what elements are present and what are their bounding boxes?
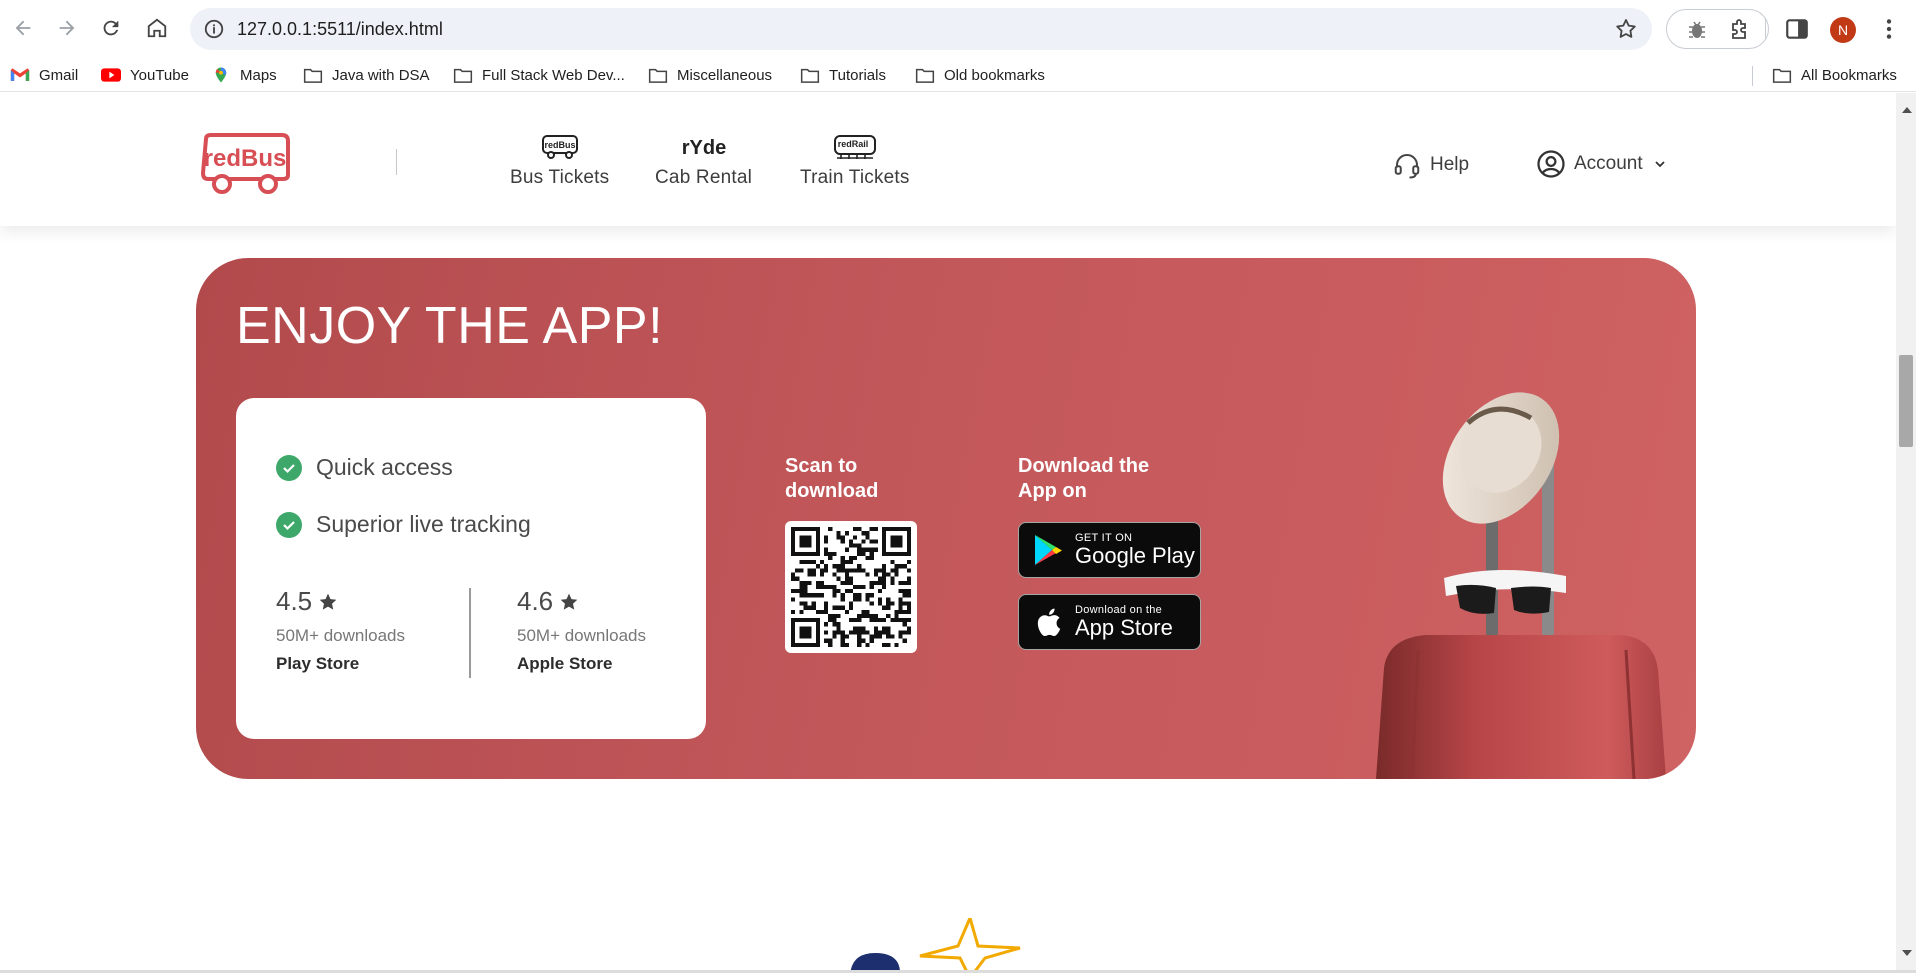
rating-value: 4.5 <box>276 586 405 617</box>
bookmark-star-icon[interactable] <box>1614 17 1638 41</box>
home-icon <box>147 18 167 38</box>
nav-label: Cab Rental <box>655 167 753 188</box>
svg-text:rYde: rYde <box>681 137 725 159</box>
extensions-group <box>1666 9 1769 49</box>
bookmark-folder-full-stack[interactable]: Full Stack Web Dev... <box>453 64 625 86</box>
star-icon <box>560 593 578 610</box>
rating-downloads: 50M+ downloads <box>276 626 406 645</box>
star-icon <box>319 593 337 610</box>
bookmarks-separator <box>1752 66 1753 86</box>
profile-avatar[interactable]: N <box>1830 17 1856 43</box>
rating-divider <box>469 588 471 678</box>
svg-text:redBus: redBus <box>544 140 575 150</box>
bookmark-youtube[interactable]: YouTube <box>101 64 189 86</box>
rating-downloads: 50M+ downloads <box>517 626 647 645</box>
bookmark-gmail[interactable]: Gmail <box>10 64 78 86</box>
scroll-thumb[interactable] <box>1899 355 1913 447</box>
feature-item: Quick access <box>276 454 453 481</box>
chevron-down-icon <box>1655 161 1665 168</box>
svg-text:redBus: redBus <box>204 145 287 172</box>
more-menu-icon[interactable] <box>1876 16 1902 42</box>
reload-button[interactable] <box>96 13 126 43</box>
qr-code <box>785 521 917 653</box>
apple-icon <box>1031 605 1065 639</box>
svg-text:redRail: redRail <box>838 139 869 149</box>
nav-label: Train Tickets <box>800 167 910 188</box>
redbus-mini-logo: redBus <box>541 133 579 161</box>
ryde-logo: rYde <box>680 133 728 161</box>
back-button[interactable] <box>8 13 38 43</box>
bug-extension-icon[interactable] <box>1685 18 1709 42</box>
bookmark-folder-tutorials[interactable]: Tutorials <box>800 64 886 86</box>
folder-icon <box>1772 66 1792 84</box>
account-menu[interactable]: Account <box>1536 149 1667 179</box>
rating-store: Apple Store <box>517 654 613 673</box>
suitcase-illustration <box>1376 392 1666 779</box>
page-scrollbar[interactable] <box>1896 93 1916 970</box>
browser-toolbar: 127.0.0.1:5511/index.html N <box>0 0 1916 58</box>
site-info-icon[interactable] <box>203 18 225 40</box>
maps-icon <box>211 66 231 84</box>
bookmark-folder-old-bookmarks[interactable]: Old bookmarks <box>915 64 1045 86</box>
youtube-icon <box>101 66 121 84</box>
arrow-left-icon <box>15 20 31 36</box>
bookmark-all-bookmarks[interactable]: All Bookmarks <box>1772 64 1897 86</box>
account-label: Account <box>1574 153 1643 174</box>
gmail-icon <box>10 66 30 84</box>
scan-to-download-label: Scan to download <box>785 455 879 502</box>
reload-icon <box>103 20 119 36</box>
feature-card: Quick access Superior live tracking 4.5 … <box>236 398 706 739</box>
banner-title: ENJOY THE APP! <box>236 297 664 355</box>
extensions-puzzle-icon[interactable] <box>1727 18 1751 42</box>
rating-play-store: 4.5 50M+ downloads Play Store <box>276 586 405 674</box>
forward-button[interactable] <box>52 13 82 43</box>
folder-icon <box>453 66 473 84</box>
home-button[interactable] <box>142 13 172 43</box>
check-icon <box>276 454 302 481</box>
check-icon <box>276 511 302 538</box>
bookmark-maps[interactable]: Maps <box>211 64 277 86</box>
rating-value: 4.6 <box>517 586 646 617</box>
scroll-up-arrow[interactable] <box>1902 107 1912 113</box>
google-play-button[interactable]: GET IT ON Google Play <box>1018 522 1201 578</box>
help-link[interactable]: Help <box>1392 150 1469 180</box>
scroll-down-arrow[interactable] <box>1902 950 1912 956</box>
app-download-banner: ENJOY THE APP! Quick access Superior liv… <box>196 258 1696 779</box>
user-circle-icon <box>1537 150 1565 178</box>
feature-item: Superior live tracking <box>276 511 531 538</box>
folder-icon <box>800 66 820 84</box>
header-divider <box>396 149 397 175</box>
bookmark-folder-java-with-dsa[interactable]: Java with DSA <box>303 64 430 86</box>
nav-label: Bus Tickets <box>510 167 610 188</box>
headset-icon <box>1394 154 1420 179</box>
help-label: Help <box>1430 154 1470 175</box>
folder-icon <box>915 66 935 84</box>
arrow-right-icon <box>59 20 75 36</box>
side-panel-icon[interactable] <box>1784 16 1810 42</box>
bookmark-folder-miscellaneous[interactable]: Miscellaneous <box>648 64 772 86</box>
rating-store: Play Store <box>276 654 360 673</box>
app-store-button[interactable]: Download on the App Store <box>1018 594 1201 650</box>
address-bar[interactable]: 127.0.0.1:5511/index.html <box>190 8 1652 50</box>
nav-train-tickets[interactable]: redRail Train Tickets <box>800 133 910 189</box>
download-app-label: Download the App on <box>1018 455 1150 502</box>
bookmarks-bar: Gmail YouTube Maps Java with DSA Full St… <box>0 58 1916 92</box>
redrail-logo: redRail <box>831 133 879 161</box>
folder-icon <box>648 66 668 84</box>
page-viewport: redBus redBus Bus Tickets rYde Cab Renta… <box>0 93 1896 970</box>
google-play-icon <box>1031 533 1065 567</box>
redbus-logo[interactable]: redBus <box>198 133 292 195</box>
toolbar-separator <box>1765 18 1766 40</box>
url-text[interactable]: 127.0.0.1:5511/index.html <box>237 19 443 40</box>
nav-cab-rental[interactable]: rYde Cab Rental <box>655 133 752 189</box>
partner-logo-partial <box>850 918 1021 970</box>
folder-icon <box>303 66 323 84</box>
site-header: redBus redBus Bus Tickets rYde Cab Renta… <box>0 93 1896 226</box>
rating-apple-store: 4.6 50M+ downloads Apple Store <box>517 586 646 674</box>
nav-bus-tickets[interactable]: redBus Bus Tickets <box>510 133 609 189</box>
